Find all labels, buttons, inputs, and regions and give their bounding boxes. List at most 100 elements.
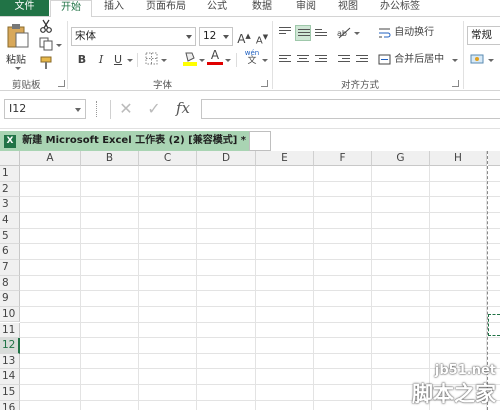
- column-header[interactable]: C: [139, 151, 197, 166]
- merge-dropdown-icon[interactable]: [452, 59, 458, 62]
- formula-input[interactable]: [201, 99, 500, 119]
- workbook-tab-strip: X 新建 Microsoft Excel 工作表 (2) [兼容模式] * ×: [0, 128, 500, 152]
- clipboard-launcher-icon[interactable]: [58, 80, 65, 87]
- merge-center-button[interactable]: 合并后居中: [378, 52, 458, 68]
- underline-dropdown-icon[interactable]: [127, 59, 133, 62]
- row-header[interactable]: 15: [0, 385, 20, 401]
- paste-button[interactable]: 粘贴: [4, 21, 32, 73]
- font-name-select[interactable]: 宋体: [71, 27, 196, 46]
- accounting-format-button[interactable]: [469, 52, 485, 68]
- font-color-button[interactable]: A: [207, 49, 223, 65]
- cancel-entry-button[interactable]: ✕: [118, 99, 134, 119]
- formula-bar-grip[interactable]: [96, 101, 98, 117]
- row-header[interactable]: 10: [0, 306, 20, 323]
- row-header-active[interactable]: 12: [0, 338, 20, 354]
- paste-dropdown-icon[interactable]: [15, 67, 21, 70]
- align-right-button[interactable]: [313, 52, 329, 68]
- tab-formulas[interactable]: 公式: [207, 0, 227, 16]
- row-gridline: [20, 305, 500, 307]
- column-header[interactable]: G: [372, 151, 430, 166]
- align-center-button[interactable]: [295, 52, 311, 68]
- align-bottom-button[interactable]: [313, 25, 329, 41]
- number-format-select[interactable]: 常规: [467, 26, 500, 45]
- row-header[interactable]: 8: [0, 275, 20, 292]
- new-workbook-tab-button[interactable]: [249, 131, 271, 151]
- decrease-indent-button[interactable]: [336, 52, 352, 68]
- row-gridline: [20, 196, 500, 198]
- alignment-launcher-icon[interactable]: [452, 80, 459, 87]
- increase-indent-button[interactable]: [354, 52, 370, 68]
- italic-button[interactable]: I: [93, 52, 109, 68]
- enter-entry-button[interactable]: ✓: [146, 99, 162, 119]
- group-divider: [272, 21, 273, 89]
- column-header[interactable]: E: [256, 151, 314, 166]
- borders-button[interactable]: [143, 52, 159, 68]
- tab-office-tab[interactable]: 办公标签: [380, 0, 420, 16]
- column-header[interactable]: D: [197, 151, 256, 166]
- column-header[interactable]: A: [20, 151, 81, 166]
- copy-button[interactable]: [38, 37, 54, 53]
- row-header[interactable]: 3: [0, 197, 20, 213]
- tab-insert[interactable]: 插入: [104, 0, 124, 16]
- row-header[interactable]: 11: [0, 322, 20, 339]
- bold-button[interactable]: B: [74, 52, 90, 68]
- column-gridline: [138, 166, 139, 410]
- accounting-dropdown-icon[interactable]: [488, 59, 494, 62]
- cut-button[interactable]: [38, 19, 54, 35]
- align-top-button[interactable]: [277, 25, 291, 35]
- selected-cell-outline: [488, 314, 500, 336]
- row-header[interactable]: 7: [0, 259, 20, 276]
- borders-dropdown-icon[interactable]: [161, 59, 167, 62]
- orientation-dropdown-icon[interactable]: [354, 32, 360, 35]
- fill-color-dropdown-icon[interactable]: [199, 59, 205, 62]
- tab-view[interactable]: 视图: [338, 0, 358, 16]
- column-header[interactable]: H: [430, 151, 487, 166]
- merge-center-icon: [378, 54, 391, 64]
- font-size-select[interactable]: 12: [199, 27, 233, 46]
- tab-home[interactable]: 开始: [50, 0, 92, 17]
- scissors-icon: [40, 19, 52, 33]
- underline-button[interactable]: U: [110, 52, 126, 68]
- fill-color-button[interactable]: [182, 50, 198, 66]
- chevron-down-icon: [75, 108, 81, 112]
- align-middle-icon: [298, 29, 310, 39]
- row-gridline: [20, 180, 500, 182]
- tab-page-layout[interactable]: 页面布局: [146, 0, 186, 16]
- wrap-text-button[interactable]: 自动换行: [378, 25, 448, 41]
- name-box[interactable]: I12: [4, 99, 86, 119]
- column-header[interactable]: F: [314, 151, 372, 166]
- tab-review[interactable]: 审阅: [296, 0, 316, 16]
- row-header[interactable]: 14: [0, 369, 20, 386]
- row-header[interactable]: 1: [0, 166, 20, 182]
- workbook-tab[interactable]: X 新建 Microsoft Excel 工作表 (2) [兼容模式] * ×: [0, 131, 249, 152]
- row-header[interactable]: 2: [0, 181, 20, 198]
- align-bottom-icon: [315, 29, 327, 39]
- grow-font-button[interactable]: A▲: [236, 28, 252, 46]
- font-color-dropdown-icon[interactable]: [225, 59, 231, 62]
- row-header[interactable]: 4: [0, 212, 20, 229]
- phonetic-dropdown-icon[interactable]: [262, 59, 268, 62]
- copy-dropdown-icon[interactable]: [56, 44, 62, 47]
- chevron-down-icon: [223, 35, 229, 39]
- align-middle-button[interactable]: [295, 25, 311, 41]
- column-header-partial[interactable]: [488, 151, 500, 166]
- tab-data[interactable]: 数据: [252, 0, 272, 16]
- row-header[interactable]: 9: [0, 291, 20, 307]
- format-painter-button[interactable]: [38, 56, 54, 72]
- phonetic-guide-button[interactable]: wén 文: [243, 49, 261, 66]
- align-left-button[interactable]: [277, 52, 293, 68]
- shrink-font-button[interactable]: A▼: [254, 29, 270, 46]
- tab-file[interactable]: 文件: [0, 0, 49, 16]
- column-header[interactable]: B: [81, 151, 139, 166]
- row-header[interactable]: 16: [0, 400, 20, 410]
- insert-function-button[interactable]: fx: [172, 98, 194, 118]
- row-header[interactable]: 13: [0, 353, 20, 370]
- select-all-button[interactable]: [0, 151, 20, 166]
- worksheet-grid[interactable]: ABCDEFGH 1 2 3 4 5 6 7 8 9 10 11 12 13 14 15 16 jb51.ne…: [0, 151, 500, 410]
- font-launcher-icon[interactable]: [261, 80, 268, 87]
- alignment-group-label: 对齐方式: [341, 80, 380, 91]
- merge-center-label: 合并后居中: [394, 54, 445, 65]
- row-header[interactable]: 5: [0, 228, 20, 245]
- row-header[interactable]: 6: [0, 244, 20, 260]
- orientation-button[interactable]: ab: [336, 25, 352, 41]
